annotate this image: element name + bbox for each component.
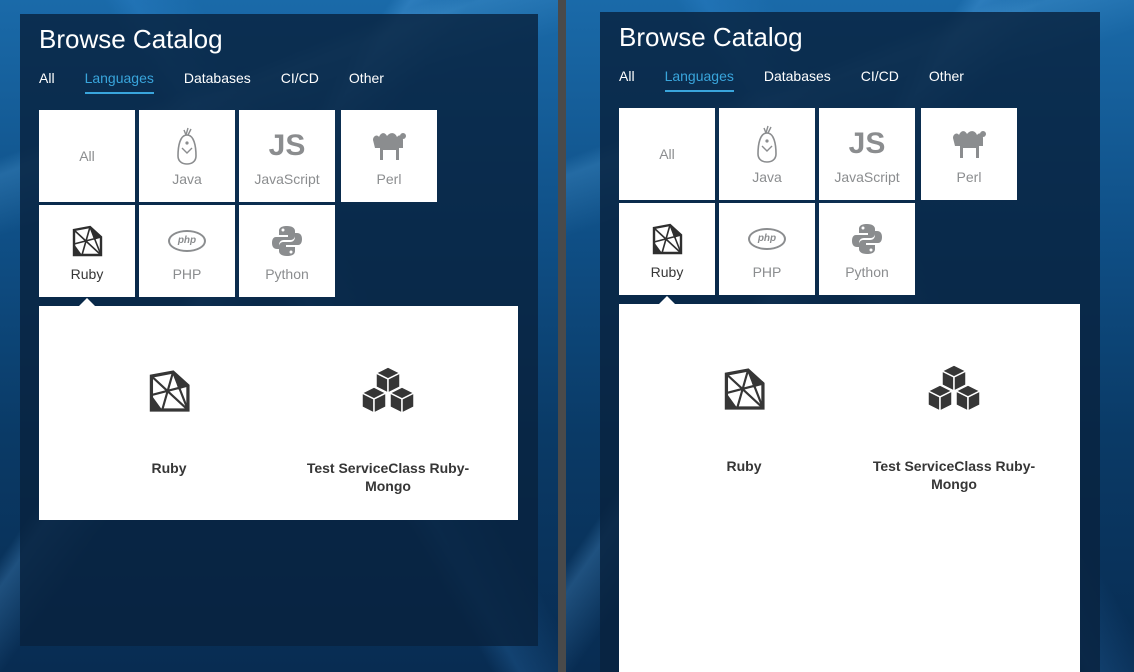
ruby-icon — [74, 361, 264, 421]
tab-other[interactable]: Other — [929, 68, 964, 92]
php-icon: php — [748, 218, 786, 260]
tile-label: PHP — [752, 264, 782, 280]
tile-perl[interactable]: Perl — [921, 108, 1017, 200]
selection-pointer — [79, 298, 95, 306]
panel-title: Browse Catalog — [39, 24, 223, 54]
js-icon-text: JS — [848, 127, 886, 160]
tile-python[interactable]: Python — [819, 203, 915, 295]
ruby-icon — [649, 359, 839, 419]
tile-javascript[interactable]: JS JavaScript — [239, 110, 335, 202]
catalog-item-test-serviceclass[interactable]: Test ServiceClass Ruby- Mongo — [293, 361, 483, 495]
selection-pointer — [659, 296, 675, 304]
php-icon: php — [168, 220, 206, 262]
ruby-icon — [70, 220, 104, 262]
tile-label: Ruby — [70, 266, 104, 282]
js-icon: JS — [269, 125, 306, 167]
tile-label: All — [659, 146, 675, 162]
tab-cicd[interactable]: CI/CD — [281, 70, 319, 94]
panel-title: Browse Catalog — [619, 22, 803, 52]
php-icon-text: php — [168, 230, 206, 252]
java-icon — [754, 123, 780, 165]
tile-label: Python — [845, 264, 889, 280]
tab-all[interactable]: All — [619, 68, 635, 92]
tile-label: Perl — [376, 171, 402, 187]
php-icon-text: php — [748, 228, 786, 250]
tile-java[interactable]: Java — [719, 108, 815, 200]
catalog-item-label: Test ServiceClass Ruby- Mongo — [872, 458, 1036, 492]
tab-all[interactable]: All — [39, 70, 55, 94]
tab-databases[interactable]: Databases — [764, 68, 831, 92]
category-tabs: All Languages Databases CI/CD Other — [619, 68, 994, 92]
tile-label: JavaScript — [254, 171, 320, 187]
right-screenshot: Browse Catalog All Languages Databases C… — [566, 0, 1134, 672]
camel-icon — [369, 125, 409, 167]
tile-javascript[interactable]: JS JavaScript — [819, 108, 915, 200]
tile-label: Ruby — [650, 264, 684, 280]
python-icon — [270, 220, 304, 262]
tile-label: PHP — [172, 266, 202, 282]
tile-ruby[interactable]: Ruby — [39, 205, 135, 297]
tab-other[interactable]: Other — [349, 70, 384, 94]
tile-label: Java — [172, 171, 202, 187]
camel-icon — [949, 123, 989, 165]
tile-php[interactable]: php PHP — [139, 205, 235, 297]
catalog-item-label: Test ServiceClass Ruby- Mongo — [306, 460, 470, 494]
catalog-item-label: Ruby — [151, 460, 187, 476]
tab-cicd[interactable]: CI/CD — [861, 68, 899, 92]
catalog-item-label: Ruby — [726, 458, 762, 474]
java-icon — [174, 125, 200, 167]
tile-php[interactable]: php PHP — [719, 203, 815, 295]
catalog-item-test-serviceclass[interactable]: Test ServiceClass Ruby- Mongo — [859, 359, 1049, 493]
results-area: Ruby Test ServiceClass Ruby- Mongo — [39, 306, 518, 520]
catalog-item-ruby[interactable]: Ruby — [649, 359, 839, 475]
tab-languages[interactable]: Languages — [84, 70, 154, 94]
browse-catalog-panel: Browse Catalog All Languages Databases C… — [600, 12, 1100, 672]
tile-python[interactable]: Python — [239, 205, 335, 297]
left-screenshot: Browse Catalog All Languages Databases C… — [0, 0, 558, 672]
tile-label: Java — [752, 169, 782, 185]
ruby-icon — [650, 218, 684, 260]
tile-all[interactable]: All — [619, 108, 715, 200]
tile-ruby[interactable]: Ruby — [619, 203, 715, 295]
js-icon-text: JS — [268, 129, 306, 162]
tile-java[interactable]: Java — [139, 110, 235, 202]
screenshot-divider — [558, 0, 566, 672]
cubes-icon — [859, 359, 1049, 419]
tile-all[interactable]: All — [39, 110, 135, 202]
tile-label: JavaScript — [834, 169, 900, 185]
python-icon — [850, 218, 884, 260]
js-icon: JS — [849, 123, 886, 165]
results-area: Ruby Test ServiceClass Ruby- Mongo — [619, 304, 1080, 672]
catalog-item-ruby[interactable]: Ruby — [74, 361, 264, 477]
category-tabs: All Languages Databases CI/CD Other — [39, 70, 414, 94]
tab-databases[interactable]: Databases — [184, 70, 251, 94]
tile-label: Perl — [956, 169, 982, 185]
tile-perl[interactable]: Perl — [341, 110, 437, 202]
tile-label: Python — [265, 266, 309, 282]
tile-label: All — [79, 148, 95, 164]
browse-catalog-panel: Browse Catalog All Languages Databases C… — [20, 14, 538, 646]
cubes-icon — [293, 361, 483, 421]
tab-languages[interactable]: Languages — [664, 68, 734, 92]
